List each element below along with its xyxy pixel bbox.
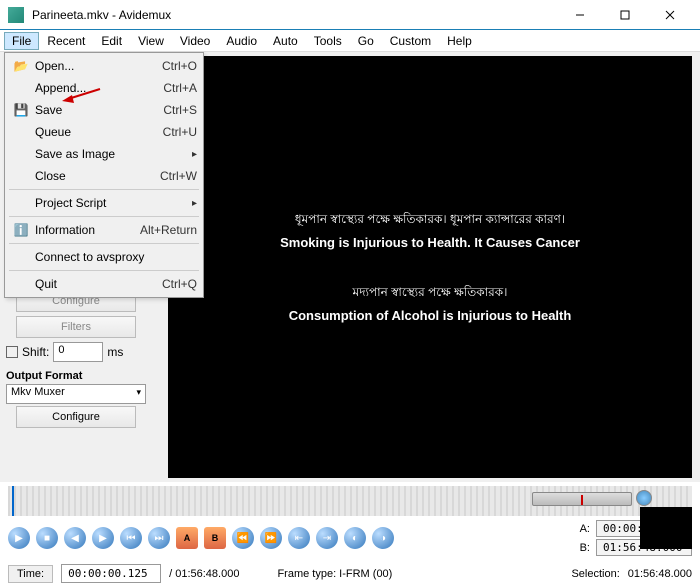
menuitem-avsproxy[interactable]: Connect to avsproxy	[7, 246, 201, 268]
menu-view[interactable]: View	[130, 32, 172, 50]
shift-unit: ms	[107, 345, 123, 359]
menu-auto[interactable]: Auto	[265, 32, 306, 50]
thumbnail-preview	[640, 507, 692, 549]
menubar: File Recent Edit View Video Audio Auto T…	[0, 30, 700, 52]
stop-button[interactable]: ■	[36, 527, 58, 549]
selection-label: Selection:	[571, 568, 619, 580]
goto-marker-b-button[interactable]: ⇥	[316, 527, 338, 549]
menuitem-save-image[interactable]: Save as Image ▸	[7, 143, 201, 165]
timeline-scrubber[interactable]	[8, 486, 692, 516]
menu-custom[interactable]: Custom	[382, 32, 439, 50]
time-label: Time:	[8, 565, 53, 583]
shift-input[interactable]: 0	[53, 342, 103, 362]
submenu-arrow-icon: ▸	[192, 198, 197, 209]
output-format-label: Output Format	[6, 370, 162, 382]
menu-tools[interactable]: Tools	[306, 32, 350, 50]
menuitem-append[interactable]: Append... Ctrl+A	[7, 77, 201, 99]
frame-type: Frame type: I-FRM (00)	[277, 568, 392, 580]
menuitem-queue[interactable]: Queue Ctrl+U	[7, 121, 201, 143]
subtitle-line: Smoking is Injurious to Health. It Cause…	[280, 235, 580, 250]
b-label: B:	[580, 542, 590, 554]
a-label: A:	[580, 523, 590, 535]
status-row: Time: 00:00:00.125 / 01:56:48.000 Frame …	[0, 560, 700, 587]
maximize-button[interactable]	[602, 1, 647, 29]
open-icon: 📂	[11, 58, 31, 74]
prev-black-button[interactable]: ◐	[344, 527, 366, 549]
subtitle-line: Consumption of Alcohol is Injurious to H…	[289, 308, 572, 323]
goto-marker-a-button[interactable]: ⇤	[288, 527, 310, 549]
timeline-nav-wheel[interactable]	[532, 492, 632, 506]
menu-file[interactable]: File	[4, 32, 39, 50]
shift-label: Shift:	[22, 345, 49, 359]
menu-video[interactable]: Video	[172, 32, 218, 50]
app-icon	[8, 7, 24, 23]
menu-separator	[9, 243, 199, 244]
menuitem-save[interactable]: 💾 Save Ctrl+S	[7, 99, 201, 121]
muxer-select[interactable]: Mkv Muxer	[6, 384, 146, 404]
next-keyframe-button[interactable]: ⏭	[148, 527, 170, 549]
close-button[interactable]	[647, 1, 692, 29]
info-icon: ℹ️	[11, 222, 31, 238]
menuitem-close[interactable]: Close Ctrl+W	[7, 165, 201, 187]
bottom-panel: ▶ ■ ◀ ▶ ⏮ ⏭ A B ⏪ ⏩ ⇤ ⇥ ◐ ◑ A: 00:00:00.…	[0, 482, 700, 560]
menuitem-quit[interactable]: Quit Ctrl+Q	[7, 273, 201, 295]
subtitle-line: মদ্যপান স্বাস্থ্যের পক্ষে ক্ষতিকারক।	[353, 284, 508, 304]
selection-time: 01:56:48.000	[628, 568, 692, 580]
timeline-end-marker[interactable]	[636, 490, 652, 506]
shift-checkbox[interactable]	[6, 346, 18, 358]
next-frame-button[interactable]: ▶	[92, 527, 114, 549]
window-title: Parineeta.mkv - Avidemux	[32, 8, 557, 22]
menu-separator	[9, 270, 199, 271]
titlebar: Parineeta.mkv - Avidemux	[0, 0, 700, 30]
prev-keyframe-button[interactable]: ⏮	[120, 527, 142, 549]
submenu-arrow-icon: ▸	[192, 149, 197, 160]
menuitem-project-script[interactable]: Project Script ▸	[7, 192, 201, 214]
goto-end-button[interactable]: ⏩	[260, 527, 282, 549]
save-icon: 💾	[11, 102, 31, 118]
filters-button[interactable]: Filters	[16, 316, 136, 338]
goto-start-button[interactable]: ⏪	[232, 527, 254, 549]
menuitem-information[interactable]: ℹ️ Information Alt+Return	[7, 219, 201, 241]
total-time: / 01:56:48.000	[169, 568, 239, 580]
set-marker-b-button[interactable]: B	[204, 527, 226, 549]
minimize-button[interactable]	[557, 1, 602, 29]
next-black-button[interactable]: ◑	[372, 527, 394, 549]
menu-go[interactable]: Go	[350, 32, 382, 50]
file-dropdown: 📂 Open... Ctrl+O Append... Ctrl+A 💾 Save…	[4, 52, 204, 298]
menu-recent[interactable]: Recent	[39, 32, 93, 50]
menu-separator	[9, 216, 199, 217]
set-marker-a-button[interactable]: A	[176, 527, 198, 549]
subtitle-line: ধূমপান স্বাস্থ্যের পক্ষে ক্ষতিকারক। ধূমপ…	[295, 211, 565, 231]
menuitem-open[interactable]: 📂 Open... Ctrl+O	[7, 55, 201, 77]
menu-audio[interactable]: Audio	[218, 32, 265, 50]
prev-frame-button[interactable]: ◀	[64, 527, 86, 549]
timeline-playhead[interactable]	[12, 486, 14, 516]
configure-muxer-button[interactable]: Configure	[16, 406, 136, 428]
menu-help[interactable]: Help	[439, 32, 480, 50]
menu-separator	[9, 189, 199, 190]
play-button[interactable]: ▶	[8, 527, 30, 549]
current-time-field[interactable]: 00:00:00.125	[61, 564, 161, 583]
menu-edit[interactable]: Edit	[93, 32, 130, 50]
video-preview: ধূমপান স্বাস্থ্যের পক্ষে ক্ষতিকারক। ধূমপ…	[168, 56, 692, 478]
